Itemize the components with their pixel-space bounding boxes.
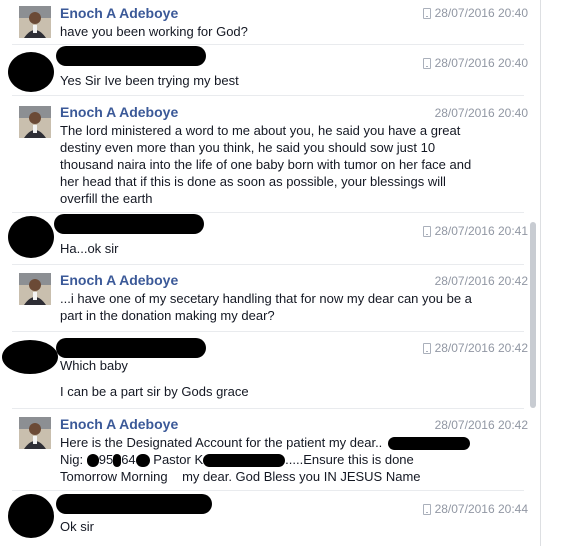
message-timestamp: 28/07/2016 20:40 bbox=[422, 56, 528, 70]
redacted-avatar bbox=[8, 494, 54, 538]
message-separator bbox=[12, 95, 524, 96]
message-body: Yes Sir Ive been trying my best bbox=[60, 73, 239, 88]
message-body: Ha...ok sir bbox=[60, 241, 119, 256]
message-separator bbox=[12, 490, 524, 491]
message-timestamp: 28/07/2016 20:44 bbox=[422, 502, 528, 516]
redacted-avatar bbox=[8, 52, 54, 92]
sender-avatar[interactable] bbox=[19, 6, 51, 38]
redacted-avatar bbox=[2, 340, 58, 374]
message-body: Ok sir bbox=[60, 519, 94, 534]
message-timestamp: 28/07/2016 20:40 bbox=[434, 106, 528, 120]
message-body: The lord ministered a word to me about y… bbox=[60, 123, 472, 206]
redacted-sender-name bbox=[54, 214, 204, 234]
message-body: ...i have one of my secetary handling th… bbox=[60, 291, 472, 323]
redacted-sender-name bbox=[56, 494, 212, 514]
redacted-digit bbox=[113, 454, 122, 468]
mobile-phone-icon bbox=[422, 7, 431, 19]
sender-avatar[interactable] bbox=[19, 106, 51, 138]
message-body: have you been working for God? bbox=[60, 24, 248, 39]
redacted-name bbox=[203, 454, 286, 468]
sender-name[interactable]: Enoch A Adeboye bbox=[60, 416, 178, 432]
message-body: Which baby I can be a part sir by Gods g… bbox=[60, 358, 249, 399]
mobile-phone-icon bbox=[422, 57, 431, 69]
scrollbar-thumb[interactable] bbox=[530, 222, 536, 408]
redacted-digit bbox=[135, 454, 150, 468]
message-timestamp: 28/07/2016 20:40 bbox=[422, 6, 528, 20]
sender-avatar[interactable] bbox=[19, 273, 51, 305]
sender-name[interactable]: Enoch A Adeboye bbox=[60, 104, 178, 120]
message-timestamp: 28/07/2016 20:42 bbox=[422, 341, 528, 355]
message-separator bbox=[12, 212, 524, 213]
message-body: Here is the Designated Account for the p… bbox=[60, 434, 490, 485]
sender-name[interactable]: Enoch A Adeboye bbox=[60, 272, 178, 288]
redacted-digit bbox=[86, 454, 99, 468]
mobile-phone-icon bbox=[422, 225, 431, 237]
message-separator bbox=[12, 44, 524, 45]
message-separator bbox=[12, 331, 524, 332]
sender-avatar[interactable] bbox=[19, 417, 51, 449]
message-thread: Enoch A Adeboye 28/07/2016 20:40 have yo… bbox=[0, 0, 541, 546]
mobile-phone-icon bbox=[422, 503, 431, 515]
message-timestamp: 28/07/2016 20:42 bbox=[434, 274, 528, 288]
mobile-phone-icon bbox=[422, 342, 431, 354]
sender-name[interactable]: Enoch A Adeboye bbox=[60, 5, 178, 21]
message-timestamp: 28/07/2016 20:42 bbox=[434, 418, 528, 432]
message-separator bbox=[12, 264, 524, 265]
redacted-sender-name bbox=[56, 338, 206, 358]
message-timestamp: 28/07/2016 20:41 bbox=[422, 224, 528, 238]
redacted-avatar bbox=[8, 216, 54, 258]
message-separator bbox=[12, 408, 524, 409]
redacted-account-info bbox=[387, 437, 470, 451]
redacted-sender-name bbox=[56, 46, 206, 66]
